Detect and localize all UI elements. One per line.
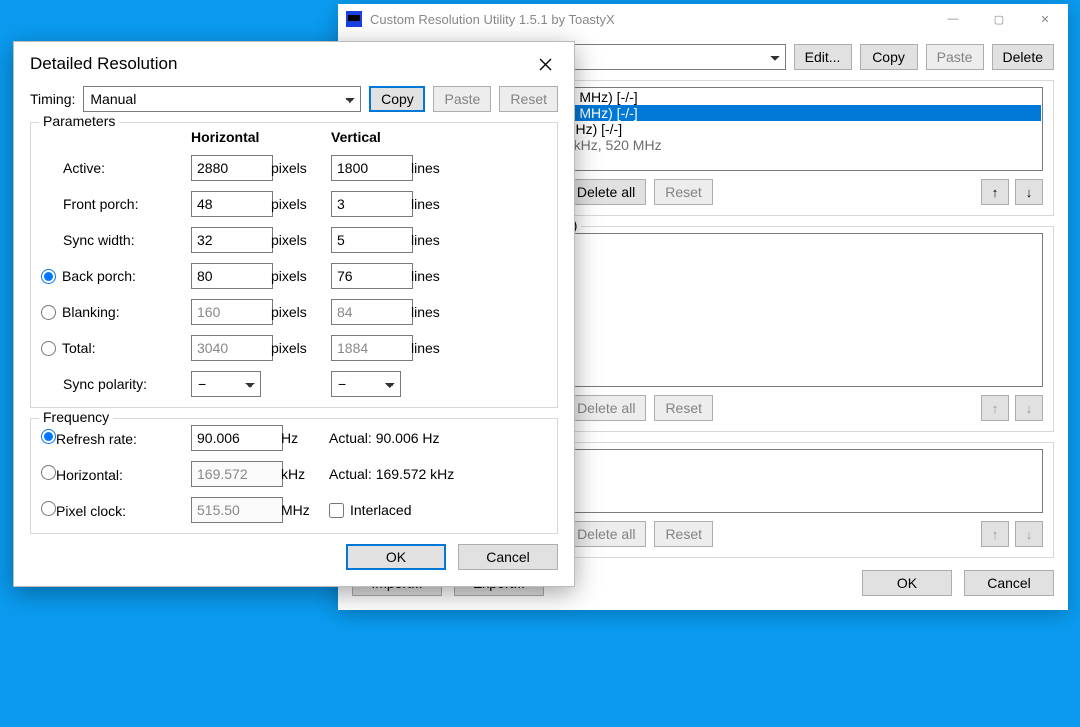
close-icon [539, 58, 552, 71]
detailed-delete-all-button[interactable]: Delete all [566, 179, 646, 205]
unit-lines: lines [411, 160, 471, 176]
standard-delete-all-button[interactable]: Delete all [566, 395, 646, 421]
minimize-button[interactable]: — [930, 4, 976, 34]
h-active-input[interactable] [191, 155, 273, 181]
unit-pixels: pixels [271, 340, 331, 356]
frequency-group: Frequency Refresh rate: Hz Actual: 90.00… [30, 418, 558, 534]
unit-lines: lines [411, 232, 471, 248]
v-front-porch-input[interactable] [331, 191, 413, 217]
maximize-button[interactable]: ▢ [976, 4, 1022, 34]
unit-lines: lines [411, 268, 471, 284]
edit-display-button[interactable]: Edit... [794, 44, 852, 70]
pixel-clock-radio-row[interactable]: Pixel clock: [41, 501, 191, 519]
unit-hz: Hz [281, 430, 329, 446]
v-sync-polarity-select[interactable]: − [331, 371, 401, 397]
row-sync-width-label: Sync width: [41, 232, 191, 248]
detailed-resolution-dialog: Detailed Resolution Timing: Manual Copy … [13, 41, 575, 587]
move-up-icon[interactable]: ↑ [981, 521, 1009, 547]
h-sync-width-input[interactable] [191, 227, 273, 253]
unit-lines: lines [411, 340, 471, 356]
h-total-input[interactable] [191, 335, 273, 361]
row-blanking-radio[interactable]: Blanking: [41, 304, 191, 320]
move-down-icon[interactable]: ↓ [1015, 179, 1043, 205]
timing-reset-button[interactable]: Reset [499, 86, 558, 112]
timing-copy-button[interactable]: Copy [369, 86, 425, 112]
unit-mhz: MHz [281, 502, 329, 518]
blanking-radio[interactable] [41, 305, 56, 320]
timing-select[interactable]: Manual [83, 86, 361, 112]
actual-refresh-rate: Actual: 90.006 Hz [329, 430, 547, 446]
unit-pixels: pixels [271, 232, 331, 248]
unit-pixels: pixels [271, 196, 331, 212]
move-down-icon[interactable]: ↓ [1015, 521, 1043, 547]
dialog-cancel-button[interactable]: Cancel [458, 544, 558, 570]
interlaced-checkbox[interactable] [329, 503, 344, 518]
row-sync-polarity-label: Sync polarity: [41, 376, 191, 392]
unit-lines: lines [411, 196, 471, 212]
standard-reset-button[interactable]: Reset [654, 395, 713, 421]
parameters-label: Parameters [39, 113, 119, 129]
unit-khz: kHz [281, 466, 329, 482]
pixel-clock-radio[interactable] [41, 501, 56, 516]
row-front-porch-label: Front porch: [41, 196, 191, 212]
interlaced-checkbox-row[interactable]: Interlaced [329, 502, 547, 518]
dialog-title: Detailed Resolution [30, 54, 177, 74]
row-total-radio[interactable]: Total: [41, 340, 191, 356]
paste-display-button[interactable]: Paste [926, 44, 984, 70]
move-up-icon[interactable]: ↑ [981, 395, 1009, 421]
app-icon [346, 11, 362, 27]
timing-paste-button[interactable]: Paste [433, 86, 491, 112]
parameters-group: Parameters Horizontal Vertical Active: p… [30, 122, 558, 408]
window-title: Custom Resolution Utility 1.5.1 by Toast… [370, 12, 615, 27]
unit-pixels: pixels [271, 304, 331, 320]
dialog-titlebar[interactable]: Detailed Resolution [14, 42, 574, 86]
ext-reset-button[interactable]: Reset [654, 521, 713, 547]
copy-display-button[interactable]: Copy [860, 44, 918, 70]
horizontal-freq-radio-row[interactable]: Horizontal: [41, 465, 191, 483]
frequency-label: Frequency [39, 409, 113, 425]
v-sync-width-input[interactable] [331, 227, 413, 253]
actual-horizontal-freq: Actual: 169.572 kHz [329, 466, 547, 482]
unit-pixels: pixels [271, 160, 331, 176]
back-porch-radio[interactable] [41, 269, 56, 284]
v-blanking-input[interactable] [331, 299, 413, 325]
timing-label: Timing: [30, 91, 75, 107]
row-back-porch-radio[interactable]: Back porch: [41, 268, 191, 284]
ext-delete-all-button[interactable]: Delete all [566, 521, 646, 547]
h-front-porch-input[interactable] [191, 191, 273, 217]
col-horizontal: Horizontal [191, 129, 331, 145]
horizontal-freq-radio[interactable] [41, 465, 56, 480]
col-vertical: Vertical [331, 129, 471, 145]
unit-pixels: pixels [271, 268, 331, 284]
pixel-clock-input[interactable] [191, 497, 283, 523]
titlebar[interactable]: Custom Resolution Utility 1.5.1 by Toast… [338, 4, 1068, 34]
h-back-porch-input[interactable] [191, 263, 273, 289]
total-radio[interactable] [41, 341, 56, 356]
main-ok-button[interactable]: OK [862, 570, 952, 596]
refresh-rate-radio[interactable] [41, 429, 56, 444]
dialog-close-button[interactable] [526, 45, 564, 83]
v-active-input[interactable] [331, 155, 413, 181]
v-back-porch-input[interactable] [331, 263, 413, 289]
unit-lines: lines [411, 304, 471, 320]
refresh-rate-input[interactable] [191, 425, 283, 451]
row-active-label: Active: [41, 160, 191, 176]
dialog-ok-button[interactable]: OK [346, 544, 446, 570]
detailed-reset-button[interactable]: Reset [654, 179, 713, 205]
h-sync-polarity-select[interactable]: − [191, 371, 261, 397]
v-total-input[interactable] [331, 335, 413, 361]
delete-display-button[interactable]: Delete [992, 44, 1054, 70]
move-up-icon[interactable]: ↑ [981, 179, 1009, 205]
h-blanking-input[interactable] [191, 299, 273, 325]
refresh-rate-radio-row[interactable]: Refresh rate: [41, 429, 191, 447]
horizontal-freq-input[interactable] [191, 461, 283, 487]
move-down-icon[interactable]: ↓ [1015, 395, 1043, 421]
close-button[interactable]: ✕ [1022, 4, 1068, 34]
main-cancel-button[interactable]: Cancel [964, 570, 1054, 596]
